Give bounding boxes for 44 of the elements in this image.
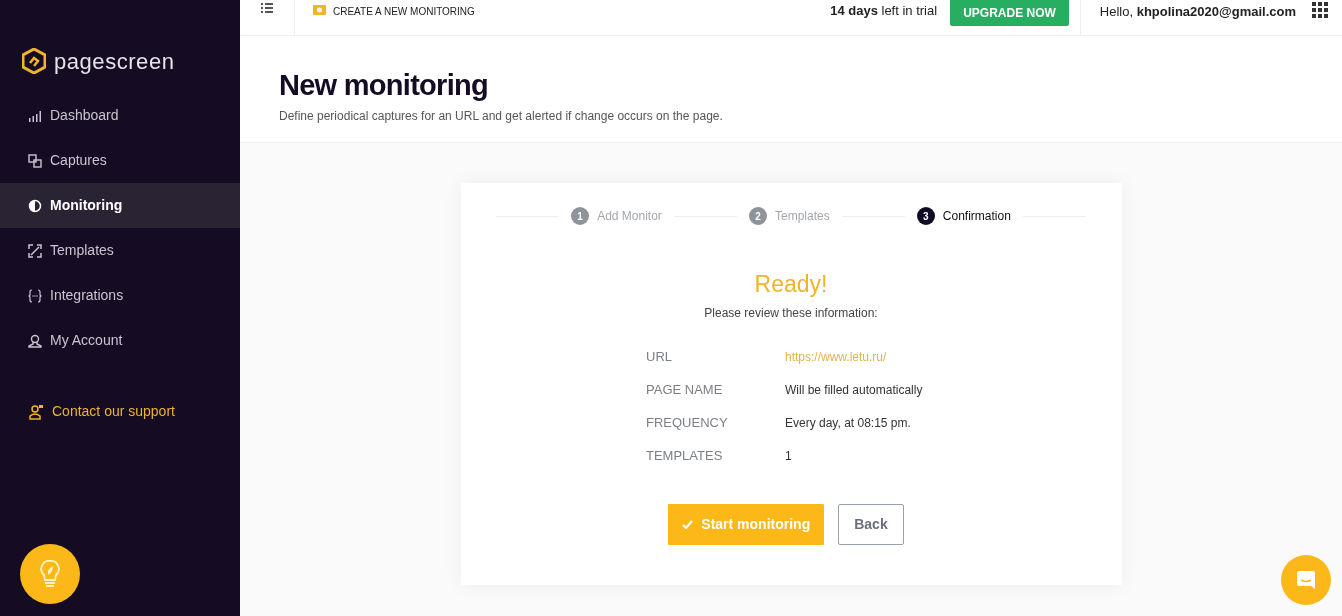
field-label: URL <box>646 347 673 366</box>
checkmark-icon <box>682 519 694 529</box>
overlapping-squares-icon <box>28 153 42 168</box>
field-label: TEMPLATES <box>646 446 724 465</box>
user-icon <box>28 333 42 348</box>
half-circle-icon <box>28 198 42 213</box>
step-number: 2 <box>749 207 767 225</box>
field-value: Every day, at 08:15 pm. <box>785 414 911 432</box>
page-subtitle: Define periodical captures for an URL and get alerted if change occurs on the page. <box>279 108 724 125</box>
sidebar-item[interactable]: Captures <box>0 138 240 183</box>
field-value: Will be filled automatically <box>785 381 923 399</box>
field-value: 1 <box>785 447 792 465</box>
step-label: Add Monitor <box>597 208 662 225</box>
support-link[interactable]: Contact our support <box>52 401 175 422</box>
field-label: PAGE NAME <box>646 380 724 399</box>
support-icon <box>28 403 44 420</box>
step-number: 3 <box>916 207 935 225</box>
sidebar-item[interactable]: Monitoring <box>0 183 240 228</box>
tips-button[interactable] <box>20 544 80 604</box>
lightbulb-icon <box>39 559 61 589</box>
sidebar-item[interactable]: Integrations <box>0 273 240 318</box>
sidebar-item[interactable]: Dashboard <box>0 93 240 138</box>
step-label: Templates <box>775 208 830 225</box>
sidebar-item[interactable]: My Account <box>0 318 240 363</box>
field-label: FREQUENCY <box>646 413 729 432</box>
camera-icon <box>313 4 326 15</box>
logo-icon <box>22 48 46 74</box>
braces-icon <box>28 288 42 303</box>
bar-chart-icon <box>28 108 42 123</box>
step-label: Confirmation <box>942 208 1011 225</box>
page-title: New monitoring <box>279 68 489 102</box>
user-greeting: Hello, khpolina2020@gmail.com <box>1099 3 1296 21</box>
menu-icon[interactable] <box>261 3 273 13</box>
trial-notice: 14 days left in trial <box>830 2 938 20</box>
logo-text: pagescreen <box>54 47 175 76</box>
chat-icon <box>1295 569 1317 591</box>
apps-grid-icon[interactable] <box>1312 2 1328 18</box>
ready-heading: Ready! <box>754 270 828 299</box>
review-intro: Please review these information: <box>704 304 878 322</box>
page-breadcrumb: CREATE A NEW MONITORING <box>333 5 475 19</box>
step-number: 1 <box>571 207 590 225</box>
sidebar-item[interactable]: Templates <box>0 228 240 273</box>
back-button[interactable]: Back <box>838 503 904 545</box>
expand-icon <box>28 243 42 258</box>
